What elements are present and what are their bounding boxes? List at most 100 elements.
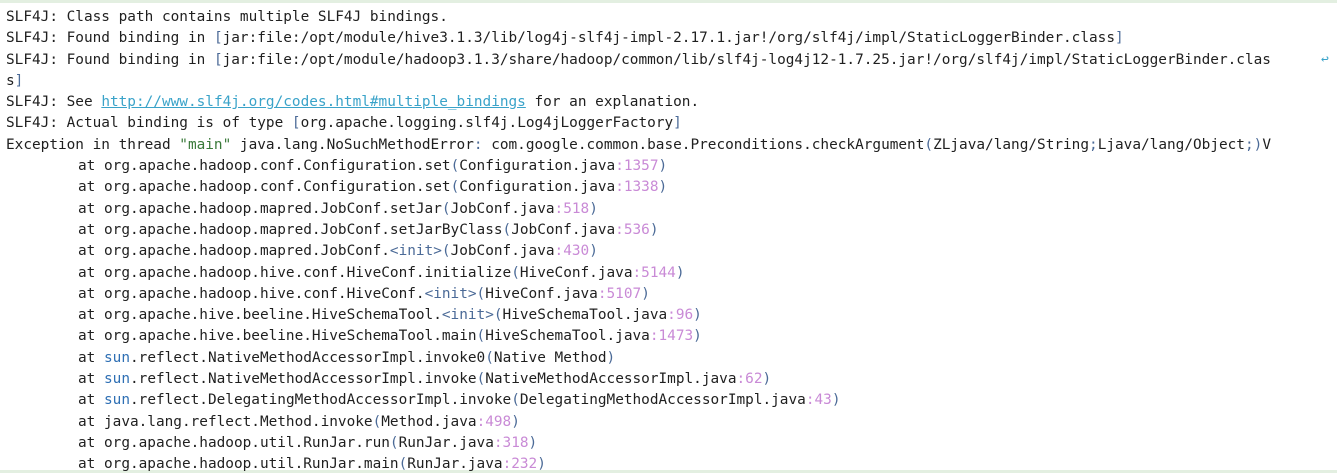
- log-text: at org.apache.hive.beeline.HiveSchemaToo…: [78, 328, 477, 345]
- log-text: <init>: [441, 307, 494, 324]
- log-text: Native Method: [493, 349, 607, 366]
- log-text: sun: [104, 349, 130, 366]
- stack-trace-line: at org.apache.hadoop.util.RunJar.main(Ru…: [6, 454, 1319, 475]
- log-text: :232: [502, 456, 538, 473]
- log-text: (: [441, 243, 451, 260]
- log-line: Exception in thread "main" java.lang.NoS…: [6, 135, 1319, 156]
- log-text: for an explanation.: [525, 94, 700, 111]
- log-text: .reflect.NativeMethodAccessorImpl.invoke: [130, 371, 477, 388]
- log-text: ): [537, 456, 546, 473]
- log-text: :536: [615, 221, 650, 238]
- log-text: sun: [104, 392, 130, 409]
- log-text: at org.apache.hadoop.mapred.JobConf.setJ…: [78, 200, 442, 217]
- log-text: SLF4J: Class path contains multiple SLF4…: [6, 9, 448, 25]
- log-text: :62: [736, 371, 763, 388]
- log-text: java.lang.NoSuchMethodError: [231, 136, 474, 153]
- log-text: :498: [476, 413, 512, 430]
- log-text: (: [511, 264, 520, 281]
- console-output: SLF4J: Class path contains multiple SLF4…: [0, 0, 1337, 473]
- log-text: .reflect.DelegatingMethodAccessorImpl.in…: [130, 392, 512, 409]
- log-text: HiveSchemaTool.java: [502, 307, 668, 324]
- log-text: HiveConf.java: [519, 264, 633, 281]
- stack-trace-line: at sun.reflect.NativeMethodAccessorImpl.…: [6, 348, 1319, 369]
- log-text: (: [485, 349, 494, 366]
- log-text: <init>: [424, 285, 477, 302]
- log-text: (: [398, 456, 408, 473]
- log-text: SLF4J: See: [6, 94, 102, 111]
- log-text: ]: [14, 72, 24, 89]
- log-text: jar:file:/opt/module/hive3.1.3/lib/log4j…: [222, 30, 1115, 47]
- log-text: :43: [805, 392, 832, 409]
- stack-trace-line: at sun.reflect.DelegatingMethodAccessorI…: [6, 390, 1319, 411]
- log-text: ZLjava/lang/String: [933, 136, 1090, 153]
- log-text: :96: [667, 307, 694, 324]
- log-text: s: [6, 72, 15, 89]
- log-text: V: [1262, 136, 1271, 153]
- log-text: (: [502, 221, 512, 238]
- log-text: com.google.common.base.Preconditions.che…: [482, 136, 925, 153]
- log-text: at org.apache.hadoop.conf.Configuration.…: [78, 158, 451, 175]
- log-text: ): [675, 264, 685, 281]
- log-text: <init>: [389, 243, 442, 260]
- log-text: (: [511, 392, 520, 409]
- log-text: org.apache.logging.slf4j.Log4jLoggerFact…: [300, 115, 674, 132]
- log-text: [: [213, 30, 223, 47]
- log-text: at org.apache.hadoop.hive.conf.HiveConf.…: [78, 264, 512, 281]
- log-text: ): [658, 179, 668, 196]
- log-text: JobConf.java: [450, 243, 555, 260]
- log-text: ): [511, 413, 520, 430]
- log-text: :518: [554, 200, 590, 217]
- stack-trace-line: at org.apache.hive.beeline.HiveSchemaToo…: [6, 326, 1319, 347]
- log-text: ): [649, 221, 659, 238]
- log-text: .reflect.NativeMethodAccessorImpl.invoke…: [130, 349, 486, 366]
- log-text: ): [589, 200, 598, 217]
- log-text: :318: [493, 434, 529, 451]
- log-text: ;: [1244, 136, 1254, 153]
- log-text: at org.apache.hadoop.util.RunJar.main: [78, 456, 399, 473]
- log-text: ): [528, 434, 538, 451]
- log-text: JobConf.java: [511, 221, 616, 238]
- stack-trace-line: at org.apache.hadoop.conf.Configuration.…: [6, 177, 1319, 198]
- log-text: ): [693, 328, 702, 345]
- log-text: :5144: [632, 264, 676, 281]
- log-text: HiveSchemaTool.java: [485, 328, 650, 345]
- log-line: SLF4J: Actual binding is of type [org.ap…: [6, 113, 1319, 134]
- stack-trace-line: at org.apache.hadoop.mapred.JobConf.setJ…: [6, 199, 1319, 220]
- stack-trace-line: at org.apache.hadoop.mapred.JobConf.setJ…: [6, 220, 1319, 241]
- log-text: (: [924, 136, 934, 153]
- log-text: (: [476, 328, 486, 345]
- log-text: sun: [104, 371, 130, 388]
- log-text: NativeMethodAccessorImpl.java: [485, 371, 737, 388]
- log-text: Ljava/lang/Object: [1097, 136, 1245, 153]
- stack-trace-line: at org.apache.hadoop.hive.conf.HiveConf.…: [6, 284, 1319, 305]
- log-text: DelegatingMethodAccessorImpl.java: [519, 392, 806, 409]
- log-text: :1338: [615, 179, 659, 196]
- stack-trace-line: at sun.reflect.NativeMethodAccessorImpl.…: [6, 369, 1319, 390]
- log-text: :1473: [649, 328, 694, 345]
- log-text: ]: [673, 115, 682, 132]
- log-text: ): [831, 392, 841, 409]
- slf4j-codes-link[interactable]: http://www.slf4j.org/codes.html#multiple…: [101, 94, 526, 110]
- log-text: :5107: [597, 285, 642, 302]
- log-text: "main": [179, 136, 232, 153]
- log-text: ): [762, 371, 772, 388]
- log-text: at org.apache.hadoop.util.RunJar.run: [78, 434, 390, 451]
- stack-trace-line: at org.apache.hadoop.util.RunJar.run(Run…: [6, 433, 1319, 454]
- log-text: at: [78, 392, 104, 409]
- log-text: [: [291, 115, 301, 132]
- log-text: ): [693, 307, 702, 324]
- log-text: RunJar.java: [407, 456, 503, 473]
- log-text: RunJar.java: [398, 434, 494, 451]
- log-text: Configuration.java: [459, 179, 616, 196]
- log-text: ): [606, 349, 616, 366]
- log-text: HiveConf.java: [485, 285, 598, 302]
- soft-wrap-icon: ↩: [1321, 52, 1329, 67]
- stack-trace-line: at org.apache.hadoop.mapred.JobConf.<ini…: [6, 241, 1319, 262]
- log-text: at: [78, 371, 104, 388]
- log-line: SLF4J: Found binding in [jar:file:/opt/m…: [6, 28, 1319, 49]
- log-line: SLF4J: See http://www.slf4j.org/codes.ht…: [6, 92, 1319, 113]
- log-line: SLF4J: Class path contains multiple SLF4…: [6, 7, 1319, 28]
- log-text: at org.apache.hadoop.hive.conf.HiveConf.: [78, 285, 425, 302]
- log-text: SLF4J: Found binding in: [6, 51, 214, 68]
- log-text: at org.apache.hive.beeline.HiveSchemaToo…: [78, 307, 442, 324]
